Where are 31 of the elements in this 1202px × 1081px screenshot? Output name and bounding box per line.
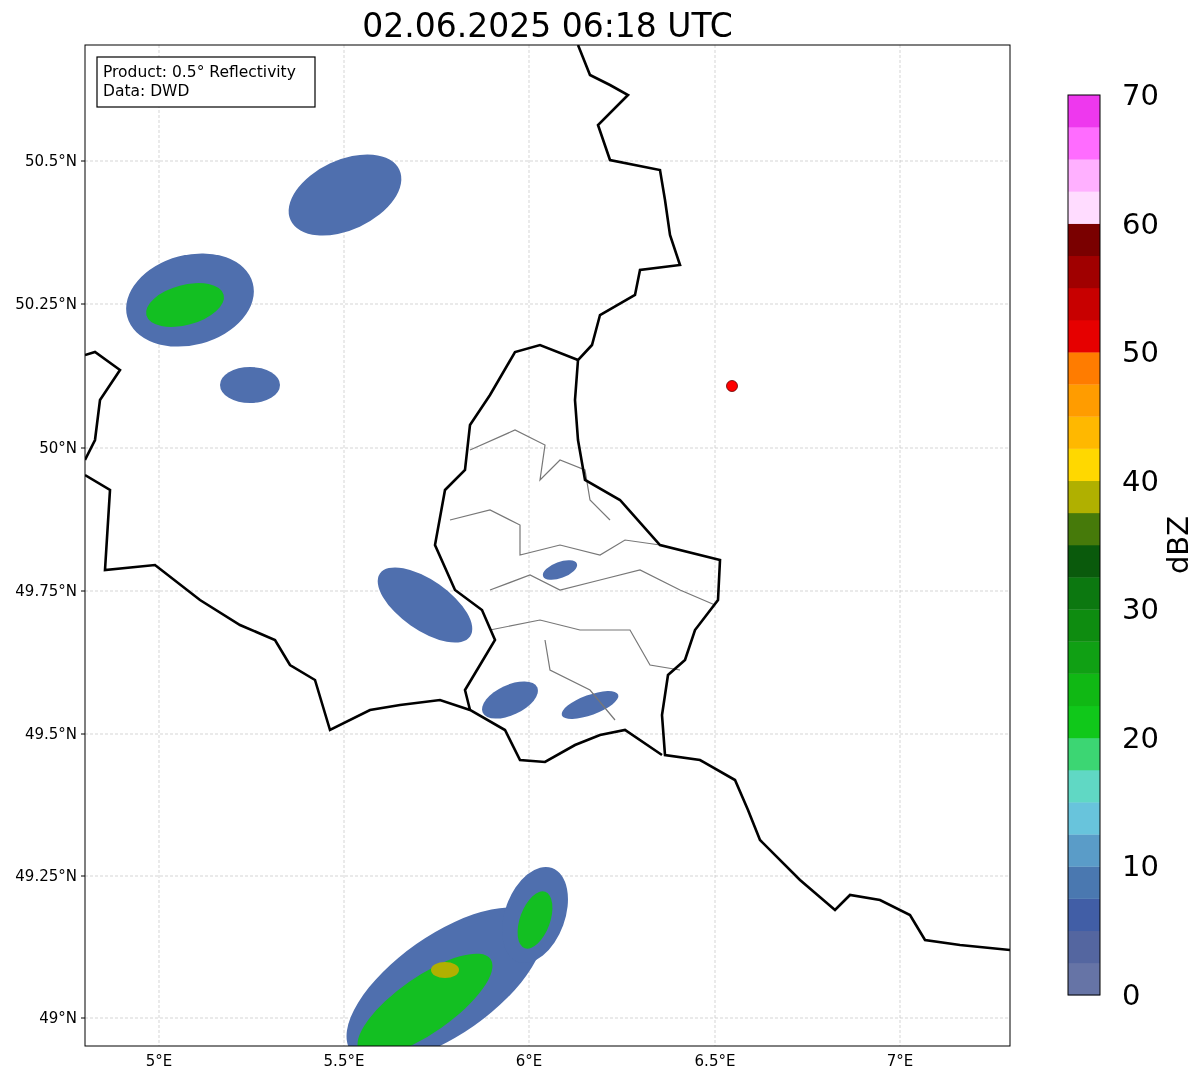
latitude-label: 49.5°N: [24, 725, 77, 743]
colorbar-tick-label: 10: [1122, 849, 1159, 884]
latitude-label: 49°N: [39, 1009, 77, 1027]
chart-title: 02.06.2025 06:18 UTC: [362, 6, 733, 45]
latitude-tick: [80, 733, 86, 735]
latitude-tick: [80, 1017, 86, 1019]
latitude-tick: [80, 303, 86, 305]
longitude-label: 6°E: [515, 1052, 543, 1070]
colorbar-tick-label: 0: [1122, 978, 1141, 1012]
longitude-label: 7°E: [886, 1052, 914, 1070]
latitude-label: 50°N: [39, 439, 77, 457]
colorbar-tick-label: 50: [1122, 335, 1159, 370]
latitude-tick: [80, 875, 86, 877]
latitude-label: 49.25°N: [15, 867, 77, 885]
latitude-label: 49.75°N: [15, 582, 77, 600]
longitude-label: 5.5°E: [323, 1052, 365, 1070]
colorbar-tick-label: 40: [1122, 463, 1159, 498]
latitude-tick: [80, 590, 86, 592]
colorbar-tick-label: 20: [1122, 720, 1159, 755]
info-text: Product: 0.5° Reflectivity: [103, 63, 296, 81]
latitude-tick: [80, 160, 86, 162]
latitude-tick: [80, 447, 86, 449]
latitude-label: 50.5°N: [24, 152, 77, 170]
info-text: Data: DWD: [103, 82, 190, 100]
colorbar-tick-label: 70: [1122, 78, 1159, 112]
longitude-label: 5°E: [145, 1052, 173, 1070]
longitude-label: 6.5°E: [694, 1052, 736, 1070]
colorbar-label: dBZ: [1161, 515, 1195, 575]
colorbar-tick-label: 30: [1122, 592, 1159, 627]
latitude-label: 50.25°N: [15, 295, 77, 313]
colorbar-tick-label: 60: [1122, 206, 1159, 241]
